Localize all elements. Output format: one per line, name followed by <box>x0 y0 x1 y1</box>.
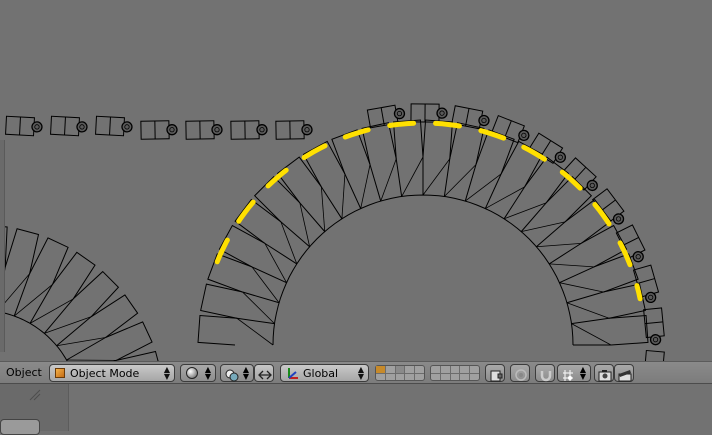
lower-left-panel[interactable] <box>0 384 69 431</box>
left-gear-wireframe <box>0 225 161 361</box>
snap-toggle-button[interactable] <box>535 364 555 382</box>
dropdown-arrows-icon: ▲▼ <box>164 366 170 380</box>
dropdown-arrows-icon: ▲▼ <box>580 366 586 380</box>
transform-orientation-dropdown[interactable]: Global ▲▼ <box>280 364 369 382</box>
cube-icon <box>55 368 65 378</box>
3d-viewport[interactable] <box>0 0 712 361</box>
layers-left-grid[interactable] <box>375 365 425 381</box>
orientation-value: Global <box>303 367 338 380</box>
dropdown-arrows-icon: ▲▼ <box>205 366 211 380</box>
chain-wireframe <box>6 104 665 361</box>
axis-orientation-icon <box>285 366 299 383</box>
mode-dropdown[interactable]: Object Mode ▲▼ <box>49 364 175 382</box>
pivot-point-icon <box>225 367 237 379</box>
sphere-shading-icon <box>186 367 198 379</box>
object-menu[interactable]: Object <box>6 366 42 379</box>
layers-right-grid[interactable] <box>430 365 480 381</box>
render-still-button[interactable] <box>594 364 614 382</box>
right-gear-wireframe <box>198 120 648 345</box>
snap-element-dropdown[interactable]: ▲▼ <box>557 364 591 382</box>
dropdown-arrows-icon: ▲▼ <box>358 366 364 380</box>
proportional-edit-button[interactable] <box>510 364 530 382</box>
dropdown-arrows-icon: ▲▼ <box>243 366 249 380</box>
tool-shelf-edge[interactable] <box>0 140 5 352</box>
render-animation-button[interactable] <box>614 364 634 382</box>
lower-editor-area <box>0 384 712 431</box>
viewport-shading-dropdown[interactable]: ▲▼ <box>180 364 216 382</box>
viewport-header: Object Object Mode ▲▼ ▲▼ ▲▼ Global ▲▼ <box>0 361 712 384</box>
mode-value: Object Mode <box>70 367 139 380</box>
transform-manipulator-toggle[interactable] <box>254 364 274 382</box>
lower-panel-button[interactable] <box>0 419 40 435</box>
area-split-corner-icon[interactable] <box>28 388 42 402</box>
lock-camera-button[interactable] <box>485 364 505 382</box>
viewport-scene[interactable] <box>0 0 712 361</box>
pivot-point-dropdown[interactable]: ▲▼ <box>220 364 254 382</box>
